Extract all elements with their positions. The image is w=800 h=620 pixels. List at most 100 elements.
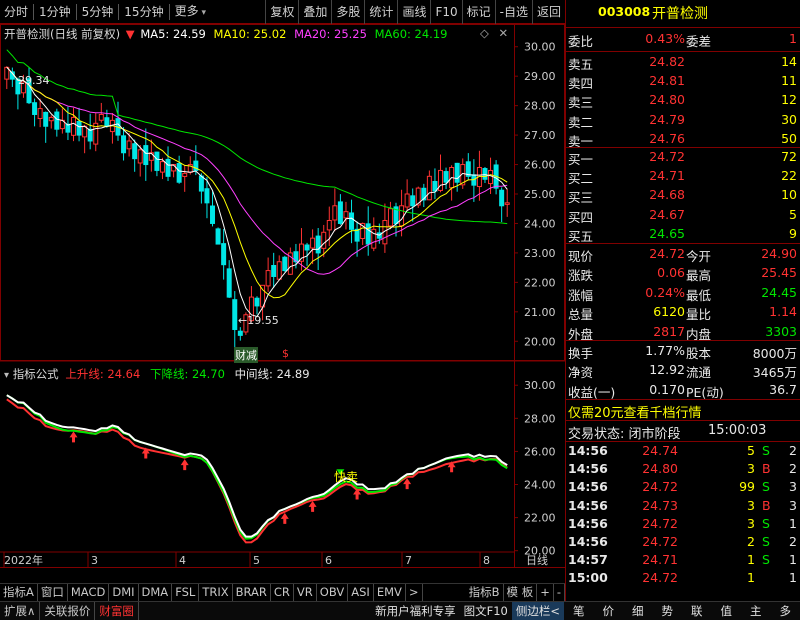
tick-row: 14:57 24.71 1 S 1 xyxy=(566,551,800,570)
f10-graphic-link[interactable]: 图文F10 xyxy=(460,602,512,620)
ask-row[interactable]: 卖三 24.80 12 xyxy=(566,91,800,110)
indicator-tab[interactable]: BRAR xyxy=(233,584,271,601)
expand-button[interactable]: 扩展∧ xyxy=(0,602,41,620)
ma-expand-icon[interactable]: ▼ xyxy=(126,27,135,41)
period-tab-1min[interactable]: 1分钟 xyxy=(35,0,75,24)
indicator-tab[interactable]: DMI xyxy=(109,584,139,601)
side-panel-tab[interactable]: 价 xyxy=(594,602,624,620)
period-tab-more[interactable]: 更多 ▾ xyxy=(171,0,210,25)
indicator-tab[interactable]: + xyxy=(537,584,554,601)
fuquan-button[interactable]: 复权 xyxy=(265,0,298,24)
bid-row[interactable]: 买二 24.71 22 xyxy=(566,167,800,186)
indicator-tab[interactable]: 指标A xyxy=(0,584,38,601)
weicha-label: 委差 xyxy=(686,34,712,49)
indicator-tab[interactable]: OBV xyxy=(317,584,349,601)
side-panel-tab[interactable]: 细 xyxy=(623,602,653,620)
side-panel-tab[interactable]: 笔 xyxy=(564,602,594,620)
bid-price: 24.67 xyxy=(649,206,685,222)
ask-row[interactable]: 卖二 24.79 30 xyxy=(566,111,800,130)
sub-chart-legend: ▾ 指标公式 上升线: 24.64 下降线: 24.70 中间线: 24.89 xyxy=(4,366,310,382)
y-tick-label: 20.00 xyxy=(524,335,556,348)
expand-icon[interactable]: ✕ xyxy=(499,26,509,40)
sub-chart-expand-icon[interactable]: ▾ xyxy=(4,370,9,381)
multi-stock-button[interactable]: 多股 xyxy=(331,0,364,24)
ask-row[interactable]: 卖四 24.81 11 xyxy=(566,72,800,91)
ma60-line xyxy=(6,49,508,225)
back-button[interactable]: 返回 xyxy=(531,0,565,24)
chart-area[interactable]: 30.00 29.00 28.00 27.00 26.00 25.00 24.00 23.00… xyxy=(0,24,565,568)
side-panel-tab[interactable]: 联 xyxy=(682,602,712,620)
f10-button[interactable]: F10 xyxy=(430,0,461,24)
weibi-row: 委比 0.43% 委差 1 xyxy=(566,30,800,49)
indicator-tab[interactable]: DMA xyxy=(139,584,173,601)
fin-row: 净资 12.92 流通 3465万 xyxy=(566,361,800,380)
sub-chart-title[interactable]: 指标公式 xyxy=(13,367,59,381)
mark-button[interactable]: 标记 xyxy=(461,0,495,24)
quote-stat-row: 总量 6120 量比 1.14 xyxy=(566,303,800,322)
indicator-tab[interactable]: 窗口 xyxy=(38,584,68,601)
tick-row: 14:56 24.74 5 S 2 xyxy=(566,442,800,461)
bid-row[interactable]: 买一 24.72 72 xyxy=(566,148,800,167)
side-panel-tab[interactable]: 值 xyxy=(712,602,742,620)
indicator-tab[interactable]: MACD xyxy=(68,584,110,601)
buy-arrow-icon xyxy=(403,478,412,490)
mid-line-label: 中间线: 24.89 xyxy=(234,367,310,381)
bid-row[interactable]: 买五 24.65 9 xyxy=(566,225,800,244)
sidebar-toggle[interactable]: 侧边栏< xyxy=(511,602,564,620)
draw-line-button[interactable]: 画线 xyxy=(397,0,430,24)
event-badge[interactable]: 财减 xyxy=(234,347,258,363)
indicator-tab[interactable]: CR xyxy=(271,584,294,601)
kline-chart-svg[interactable]: 30.00 29.00 28.00 27.00 26.00 25.00 24.00 23.00… xyxy=(0,24,565,568)
indicator-tab[interactable]: 模 板 xyxy=(504,584,538,601)
fin-label: 换手 xyxy=(568,346,594,361)
indicator-tab[interactable]: FSL xyxy=(172,584,200,601)
indicator-tab[interactable]: - xyxy=(554,584,565,601)
bid-price: 24.71 xyxy=(649,168,685,184)
ask-price: 24.81 xyxy=(649,73,685,89)
x-tick-label: 6 xyxy=(325,554,332,567)
candle-body xyxy=(221,243,227,266)
side-panel-tab[interactable]: 势 xyxy=(653,602,683,620)
overlay-button[interactable]: 叠加 xyxy=(298,0,331,24)
tick-count: 2 xyxy=(789,461,797,477)
wealth-circle-button[interactable]: 财富圈 xyxy=(95,602,139,620)
promo-banner[interactable]: 仅需20元查看千档行情 xyxy=(566,401,800,421)
bid-row[interactable]: 买三 24.68 10 xyxy=(566,186,800,205)
period-tab-timeshare[interactable]: 分时 xyxy=(0,0,32,24)
diamond-icon[interactable]: ◇ xyxy=(480,26,489,40)
ask-row[interactable]: 卖五 24.82 14 xyxy=(566,53,800,72)
indicator-tab[interactable]: TRIX xyxy=(199,584,233,601)
indicator-tab[interactable]: ASI xyxy=(348,584,374,601)
tick-row: 15:00 24.72 1 1 xyxy=(566,569,800,588)
statistics-button[interactable]: 统计 xyxy=(364,0,397,24)
candle-body xyxy=(176,163,182,183)
weibi-value: 0.43% xyxy=(645,31,685,46)
tick-direction: S xyxy=(762,515,770,531)
bid-level-label: 买一 xyxy=(568,152,594,167)
side-panel-tab[interactable]: 多 xyxy=(771,602,800,620)
indicator-tab[interactable]: > xyxy=(406,584,423,601)
tick-count: 1 xyxy=(789,570,797,586)
candle-body xyxy=(349,212,355,230)
fin-value: 1.77% xyxy=(645,343,685,358)
rise-line-label: 上升线: 24.64 xyxy=(65,367,141,381)
period-tab-5min[interactable]: 5分钟 xyxy=(78,0,118,24)
ask-volume: 50 xyxy=(781,130,797,146)
indicator-tab[interactable]: EMV xyxy=(374,584,406,601)
dollar-icon[interactable]: $ xyxy=(282,347,289,360)
side-panel-tab[interactable]: 主 xyxy=(741,602,771,620)
remove-watchlist-button[interactable]: -自选 xyxy=(494,0,532,24)
candle-body xyxy=(237,330,243,336)
candle-body xyxy=(326,220,332,231)
indicator-tab[interactable]: VR xyxy=(294,584,317,601)
stat-label: 最高 xyxy=(686,268,712,284)
related-quote-button[interactable]: 关联报价 xyxy=(40,602,96,620)
tick-time: 14:57 xyxy=(568,552,608,568)
period-tab-15min[interactable]: 15分钟 xyxy=(120,0,167,24)
ask-row[interactable]: 卖一 24.76 50 xyxy=(566,130,800,149)
bid-row[interactable]: 买四 24.67 5 xyxy=(566,206,800,225)
new-user-welfare-link[interactable]: 新用户福利专享 xyxy=(371,602,460,620)
stat-value: 0.24% xyxy=(645,284,685,300)
indicator-tab[interactable]: 指标B xyxy=(466,584,504,601)
ma20-label: MA20: 25.25 xyxy=(294,27,367,41)
